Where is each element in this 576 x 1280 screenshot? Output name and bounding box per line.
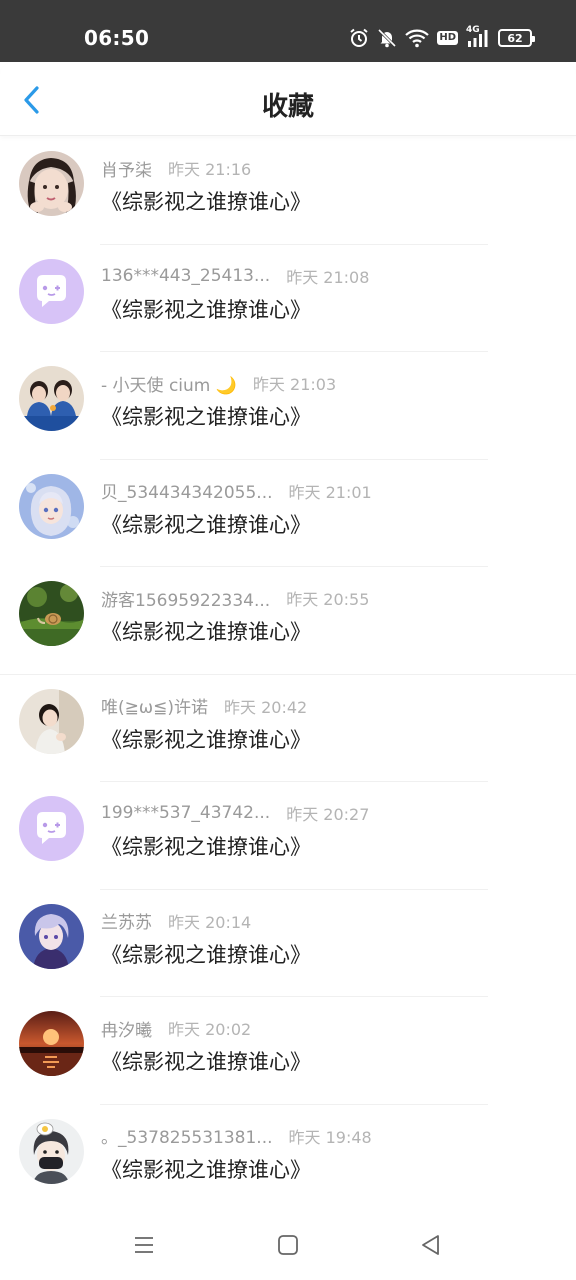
- menu-icon: [135, 1237, 153, 1253]
- list-item[interactable]: - 小天使 cium 🌙 昨天 21:03 《综影视之谁撩谁心》: [0, 352, 576, 460]
- favorites-list: 肖予柒 昨天 21:16 《综影视之谁撩谁心》 136***443_25413.…: [0, 137, 576, 1212]
- item-title: 《综影视之谁撩谁心》: [101, 297, 311, 322]
- friends-photo-avatar[interactable]: [19, 366, 84, 431]
- item-title: 《综影视之谁撩谁心》: [101, 190, 311, 214]
- back-nav-button[interactable]: [416, 1230, 446, 1260]
- header: 收藏: [0, 62, 576, 136]
- item-meta: 唯(≧ω≦)许诺 昨天 20:42: [101, 695, 308, 719]
- list-item[interactable]: 贝_534434342055... 昨天 21:01 《综影视之谁撩谁心》: [0, 460, 576, 567]
- portrait-avatar[interactable]: [19, 151, 84, 216]
- item-meta: 199***537_43742... 昨天 20:27: [101, 802, 369, 824]
- item-meta: 冉汐曦 昨天 20:02: [101, 1017, 252, 1041]
- item-username: 199***537_43742...: [101, 803, 271, 823]
- home-button[interactable]: [273, 1230, 303, 1260]
- list-item[interactable]: 兰苏苏 昨天 20:14 《综影视之谁撩谁心》: [0, 890, 576, 997]
- anime-girl-avatar[interactable]: [19, 473, 84, 539]
- item-meta: 。_537825531381... 昨天 19:48: [101, 1125, 372, 1149]
- battery-level: 62: [507, 31, 523, 45]
- list-item[interactable]: 肖予柒 昨天 21:16 《综影视之谁撩谁心》: [0, 137, 576, 245]
- system-nav-bar: [0, 1208, 576, 1280]
- item-username: - 小天使 cium 🌙: [101, 375, 237, 396]
- item-time: 昨天 20:27: [286, 805, 370, 824]
- item-title: 《综影视之谁撩谁心》: [101, 1050, 311, 1074]
- list-item[interactable]: 冉汐曦 昨天 20:02 《综影视之谁撩谁心》: [0, 997, 576, 1105]
- home-icon: [278, 1235, 298, 1255]
- item-time: 昨天 21:01: [288, 482, 372, 502]
- list-item[interactable]: 游客15695922334... 昨天 20:55 《综影视之谁撩谁心》: [0, 567, 576, 675]
- item-title: 《综影视之谁撩谁心》: [101, 405, 311, 429]
- sunset-avatar[interactable]: [19, 1011, 84, 1076]
- page-title: 收藏: [261, 92, 314, 122]
- bell-muted-icon: [377, 28, 397, 48]
- status-icons: HD 4G 62: [349, 25, 535, 49]
- list-item[interactable]: 199***537_43742... 昨天 20:27 《综影视之谁撩谁心》: [0, 782, 576, 890]
- girl-photo-avatar[interactable]: [19, 688, 84, 754]
- item-title: 《综影视之谁撩谁心》: [101, 835, 311, 859]
- item-username: 冉汐曦: [101, 1020, 152, 1041]
- cartoon-mask-avatar[interactable]: [19, 1118, 84, 1184]
- item-meta: 贝_534434342055... 昨天 21:01: [101, 480, 372, 504]
- item-time: 昨天 20:14: [168, 912, 252, 932]
- list-item[interactable]: 唯(≧ω≦)许诺 昨天 20:42 《综影视之谁撩谁心》: [0, 675, 576, 782]
- item-username: 兰苏苏: [101, 913, 152, 933]
- item-username: 肖予柒: [101, 160, 152, 181]
- item-meta: 136***443_25413... 昨天 21:08: [101, 265, 369, 287]
- item-meta: 肖予柒 昨天 21:16: [101, 157, 252, 181]
- default-chat-avatar[interactable]: [19, 258, 84, 324]
- item-title: 《综影视之谁撩谁心》: [101, 620, 311, 644]
- menu-button[interactable]: [129, 1230, 159, 1260]
- default-chat-avatar[interactable]: [19, 796, 84, 861]
- item-time: 昨天 21:16: [168, 160, 252, 179]
- wifi-icon: [405, 28, 430, 48]
- item-username: 游客15695922334...: [101, 590, 271, 611]
- status-time: 06:50: [84, 26, 150, 50]
- item-meta: 兰苏苏 昨天 20:14: [101, 910, 252, 934]
- battery-icon: 62: [498, 29, 535, 47]
- item-time: 昨天 19:48: [288, 1127, 372, 1147]
- item-time: 昨天 20:02: [168, 1020, 252, 1039]
- signal-4g-icon: 4G: [466, 25, 490, 49]
- item-title: 《综影视之谁撩谁心》: [101, 942, 311, 967]
- item-meta: 游客15695922334... 昨天 20:55: [101, 587, 370, 611]
- hd-badge: HD: [437, 31, 458, 45]
- item-time: 昨天 21:03: [252, 375, 337, 394]
- alarm-icon: [349, 28, 369, 48]
- back-icon: [422, 1235, 439, 1255]
- item-title: 《综影视之谁撩谁心》: [101, 727, 311, 752]
- nature-snail-avatar[interactable]: [19, 581, 84, 646]
- item-time: 昨天 21:08: [286, 267, 370, 287]
- item-meta: - 小天使 cium 🌙 昨天 21:03: [101, 372, 337, 396]
- status-bar: 06:50 HD 4G 62: [0, 0, 576, 62]
- item-title: 《综影视之谁撩谁心》: [101, 1157, 311, 1182]
- list-item[interactable]: 。_537825531381... 昨天 19:48 《综影视之谁撩谁心》: [0, 1105, 576, 1212]
- item-username: 唯(≧ω≦)许诺: [101, 698, 208, 718]
- item-username: 136***443_25413...: [101, 265, 271, 286]
- item-title: 《综影视之谁撩谁心》: [101, 512, 311, 537]
- item-username: 。_537825531381...: [101, 1128, 273, 1148]
- item-time: 昨天 20:42: [224, 697, 308, 717]
- anime-boy-avatar[interactable]: [19, 903, 84, 969]
- item-time: 昨天 20:55: [286, 590, 370, 609]
- item-username: 贝_534434342055...: [101, 483, 273, 503]
- list-item[interactable]: 136***443_25413... 昨天 21:08 《综影视之谁撩谁心》: [0, 245, 576, 352]
